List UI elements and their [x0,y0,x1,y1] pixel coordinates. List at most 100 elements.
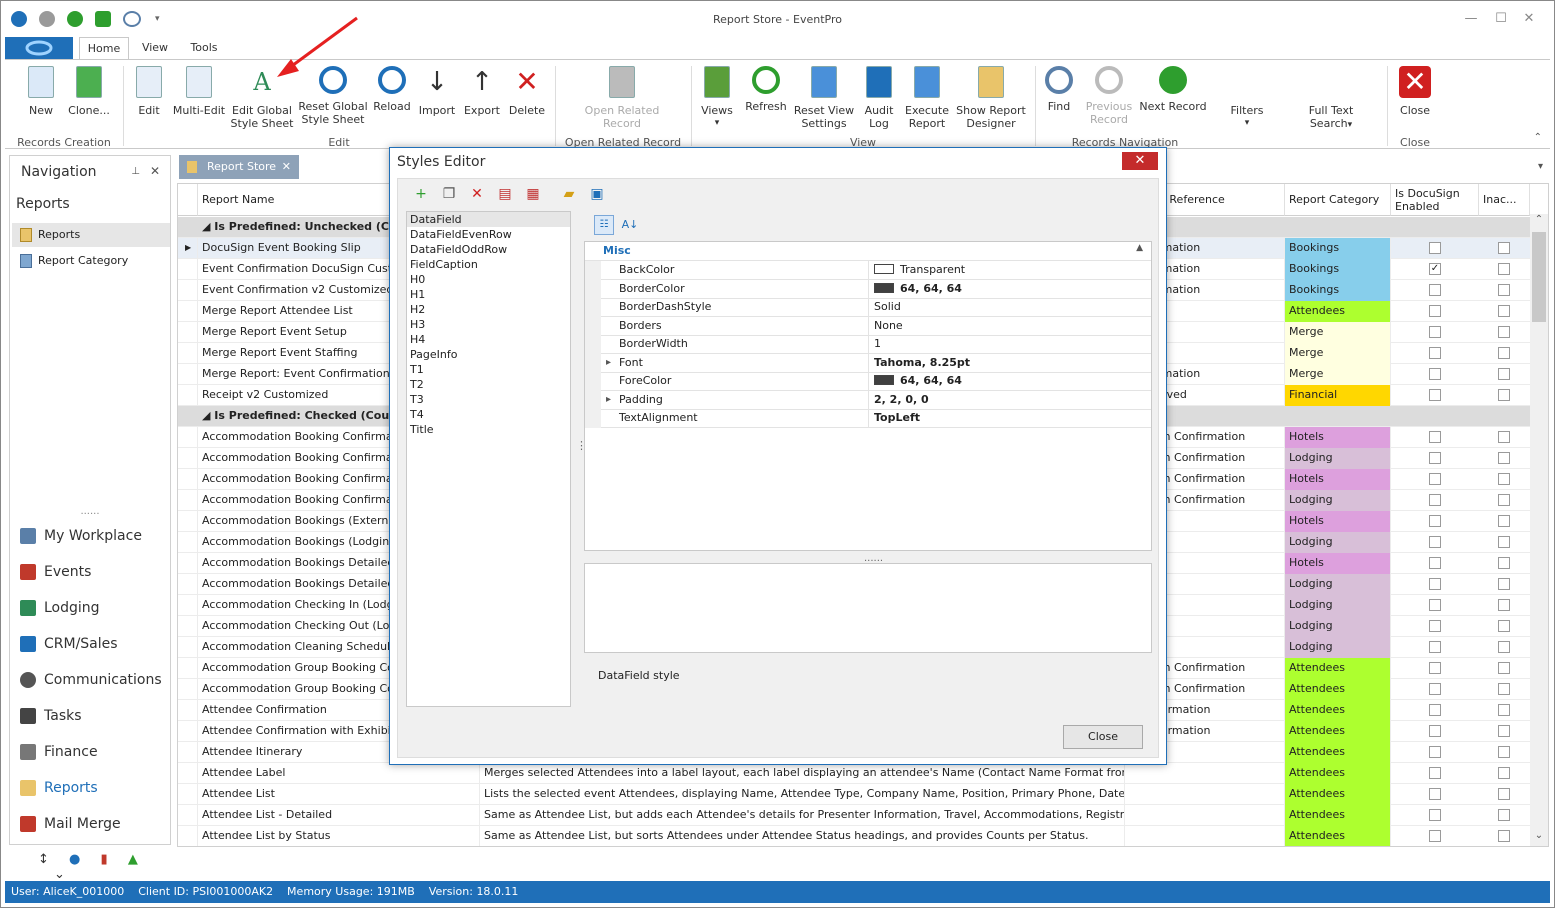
inactive-checkbox[interactable] [1498,326,1510,338]
property-row-borderdashstyle[interactable]: BorderDashStyle Solid [585,298,1151,317]
collapse-category-icon[interactable]: ▲ [1136,243,1143,253]
style-item-h4[interactable]: H4 [407,332,570,347]
docusign-checkbox[interactable] [1429,767,1441,779]
inactive-checkbox[interactable] [1498,515,1510,527]
docusign-checkbox[interactable] [1429,746,1441,758]
inactive-checkbox[interactable] [1498,746,1510,758]
inactive-checkbox[interactable] [1498,557,1510,569]
scroll-down-icon[interactable]: ⌄ [1530,830,1548,846]
delete-button[interactable]: ✕ Delete [505,64,549,134]
docusign-checkbox[interactable] [1429,515,1441,527]
close-window-button[interactable]: ✕ [1519,9,1539,29]
docusign-checkbox[interactable] [1429,347,1441,359]
globe-icon[interactable]: ● [69,852,80,867]
style-item-title[interactable]: Title [407,422,570,437]
splitter-grip[interactable]: ...... [10,506,170,517]
style-item-datafieldevenrow[interactable]: DataFieldEvenRow [407,227,570,242]
style-item-fieldcaption[interactable]: FieldCaption [407,257,570,272]
tab-home[interactable]: Home [79,37,129,59]
clear-styles-icon[interactable]: ▦ [524,185,542,203]
inactive-checkbox[interactable] [1498,284,1510,296]
filters-button[interactable]: Filters ▾ [1221,64,1273,134]
sort-alphabetical-icon[interactable]: A↓ [620,215,640,235]
style-item-pageinfo[interactable]: PageInfo [407,347,570,362]
inactive-checkbox[interactable] [1498,368,1510,380]
reload-button[interactable]: Reload [371,64,413,134]
docusign-checkbox[interactable] [1429,473,1441,485]
open-folder-icon[interactable]: ▰ [560,185,578,203]
docusign-checkbox[interactable] [1429,704,1441,716]
docusign-checkbox[interactable] [1429,284,1441,296]
find-button[interactable]: Find [1041,64,1077,134]
column-inactive[interactable]: Inac... [1479,184,1530,216]
inactive-checkbox[interactable] [1498,263,1510,275]
docusign-checkbox[interactable] [1429,662,1441,674]
vertical-scrollbar[interactable]: ⌃ ⌄ [1530,214,1548,846]
property-row-borders[interactable]: Borders None [585,316,1151,336]
docusign-checkbox[interactable] [1429,788,1441,800]
nav-module-my-workplace[interactable]: My Workplace [20,522,142,550]
docusign-checkbox[interactable]: ✓ [1429,263,1441,275]
nav-module-communications[interactable]: Communications [20,666,162,694]
reset-global-style-sheet-button[interactable]: Reset Global Style Sheet [297,64,369,134]
property-row-textalignment[interactable]: TextAlignment TopLeft [585,409,1151,428]
edit-button[interactable]: Edit [129,64,169,134]
dialog-close-icon[interactable]: ✕ [1122,152,1158,170]
table-row[interactable]: Attendee List - Detailed Same as Attendee… [178,805,1530,826]
inactive-checkbox[interactable] [1498,389,1510,401]
docusign-checkbox[interactable] [1429,389,1441,401]
open-related-record-button[interactable]: Open Related Record [579,64,665,134]
property-value[interactable]: 1 [869,335,1151,354]
sort-icon[interactable]: ↕ [38,852,49,867]
style-item-datafieldoddrow[interactable]: DataFieldOddRow [407,242,570,257]
property-row-font[interactable]: Font ▸ Tahoma, 8.25pt [585,353,1151,373]
style-item-t2[interactable]: T2 [407,377,570,392]
inactive-checkbox[interactable] [1498,620,1510,632]
expand-icon[interactable]: ▸ [606,354,611,372]
inactive-checkbox[interactable] [1498,704,1510,716]
inactive-checkbox[interactable] [1498,830,1510,842]
docusign-checkbox[interactable] [1429,620,1441,632]
category-misc[interactable]: Misc ▲ [585,242,1151,261]
inactive-checkbox[interactable] [1498,809,1510,821]
docusign-checkbox[interactable] [1429,725,1441,737]
clone-button[interactable]: Clone... [63,64,115,134]
property-value[interactable]: 64, 64, 64 [869,372,1151,391]
inactive-checkbox[interactable] [1498,767,1510,779]
table-row[interactable]: Attendee List Lists the selected event At… [178,784,1530,805]
close-nav-icon[interactable]: ✕ [150,164,160,178]
purge-styles-icon[interactable]: ▤ [496,185,514,203]
inactive-checkbox[interactable] [1498,536,1510,548]
collapse-ribbon-icon[interactable]: ⌃ [1534,132,1542,143]
categorized-icon[interactable]: ☷ [594,215,614,235]
close-button[interactable]: ✕ Close [1393,64,1437,134]
nav-module-lodging[interactable]: Lodging [20,594,100,622]
line-chart-icon[interactable]: ▲ [128,852,138,867]
refresh-button[interactable]: Refresh [741,64,791,134]
nav-module-tasks[interactable]: Tasks [20,702,82,730]
style-item-h1[interactable]: H1 [407,287,570,302]
property-value[interactable]: Tahoma, 8.25pt [869,354,1151,373]
inactive-checkbox[interactable] [1498,662,1510,674]
multi-edit-button[interactable]: Multi-Edit [171,64,227,134]
inactive-checkbox[interactable] [1498,305,1510,317]
docusign-checkbox[interactable] [1429,599,1441,611]
column-report-category[interactable]: Report Category [1285,184,1391,216]
table-row[interactable]: Attendee List by Status Same as Attendee … [178,826,1530,846]
inactive-checkbox[interactable] [1498,473,1510,485]
inactive-checkbox[interactable] [1498,683,1510,695]
show-report-designer-button[interactable]: Show Report Designer [955,64,1027,134]
property-value[interactable]: None [869,317,1151,336]
style-item-datafield[interactable]: DataField [407,212,570,227]
property-value[interactable]: 64, 64, 64 [869,280,1151,299]
inactive-checkbox[interactable] [1498,452,1510,464]
new-button[interactable]: New [21,64,61,134]
inactive-checkbox[interactable] [1498,242,1510,254]
docusign-checkbox[interactable] [1429,494,1441,506]
style-item-h3[interactable]: H3 [407,317,570,332]
export-button[interactable]: ↑ Export [461,64,503,134]
close-tab-icon[interactable]: ✕ [282,155,291,179]
add-style-icon[interactable]: + [412,185,430,203]
tab-tools[interactable]: Tools [183,37,225,59]
docusign-checkbox[interactable] [1429,431,1441,443]
